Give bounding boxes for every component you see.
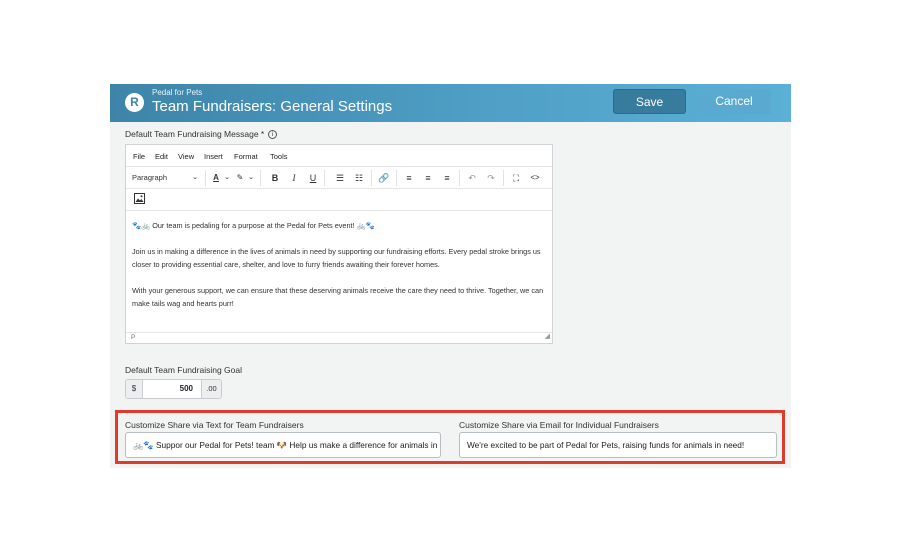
- info-icon[interactable]: i: [268, 130, 278, 140]
- align-right-icon[interactable]: ≡: [440, 171, 454, 185]
- share-email-input[interactable]: We're excited to be part of Pedal for Pe…: [459, 432, 777, 458]
- currency-prefix: $: [126, 380, 143, 398]
- fullscreen-icon[interactable]: ⛶: [509, 171, 523, 185]
- editor-content[interactable]: 🐾🚲 Our team is pedaling for a purpose at…: [132, 219, 552, 310]
- toolbar-divider: [459, 170, 460, 186]
- page-title: Team Fundraisers: General Settings: [152, 98, 393, 115]
- toolbar-divider: [324, 170, 325, 186]
- bold-button[interactable]: B: [269, 171, 281, 185]
- goal-amount-input[interactable]: 500: [144, 380, 200, 398]
- link-icon[interactable]: 🔗: [377, 171, 391, 185]
- editor-menubar: File Edit View Insert Format Tools: [126, 145, 552, 167]
- share-text-input[interactable]: 🚲🐾 Suppor our Pedal for Pets! team 🐶 Hel…: [125, 432, 441, 458]
- menu-insert[interactable]: Insert: [204, 152, 223, 161]
- undo-icon[interactable]: ↶: [465, 171, 479, 185]
- share-email-label: Customize Share via Email for Individual…: [459, 420, 659, 430]
- cancel-button[interactable]: Cancel: [697, 89, 771, 114]
- editor-toolbar: Paragraph ⌄ A ⌄ ✎ ⌄ B I U ☰ ☷ 🔗 ≡ ≡ ≡ ↶ …: [126, 167, 552, 189]
- text-color-icon[interactable]: A: [210, 171, 222, 185]
- italic-button[interactable]: I: [288, 171, 300, 185]
- message-label: Default Team Fundraising Message * i: [125, 129, 278, 140]
- message-label-text: Default Team Fundraising Message *: [125, 129, 265, 139]
- menu-view[interactable]: View: [178, 152, 194, 161]
- redo-icon[interactable]: ↷: [484, 171, 498, 185]
- goal-label: Default Team Fundraising Goal: [125, 365, 243, 375]
- chevron-down-icon[interactable]: ⌄: [190, 171, 200, 185]
- org-logo: R: [125, 93, 144, 112]
- menu-edit[interactable]: Edit: [155, 152, 168, 161]
- message-editor[interactable]: File Edit View Insert Format Tools Parag…: [125, 144, 553, 344]
- editor-statusbar: P ◢: [126, 332, 552, 343]
- toolbar-divider: [371, 170, 372, 186]
- paragraph-select[interactable]: Paragraph: [132, 171, 192, 185]
- toolbar-divider: [396, 170, 397, 186]
- chevron-down-icon[interactable]: ⌄: [222, 171, 232, 185]
- cents-suffix: .00: [201, 380, 221, 398]
- underline-button[interactable]: U: [307, 171, 319, 185]
- share-text-label: Customize Share via Text for Team Fundra…: [125, 420, 304, 430]
- paragraph-select-value: Paragraph: [132, 173, 168, 182]
- menu-file[interactable]: File: [133, 152, 145, 161]
- toolbar-divider: [503, 170, 504, 186]
- editor-toolbar-row2: [126, 189, 552, 211]
- toolbar-divider: [260, 170, 261, 186]
- save-button[interactable]: Save: [613, 89, 686, 114]
- chevron-down-icon[interactable]: ⌄: [246, 171, 256, 185]
- message-paragraph: With your generous support, we can ensur…: [132, 286, 544, 308]
- element-path: P: [131, 334, 136, 341]
- message-paragraph: Join us in making a difference in the li…: [132, 247, 541, 269]
- page-header: R Pedal for Pets Team Fundraisers: Gener…: [110, 84, 791, 122]
- align-center-icon[interactable]: ≡: [421, 171, 435, 185]
- settings-panel: R Pedal for Pets Team Fundraisers: Gener…: [110, 84, 791, 468]
- menu-tools[interactable]: Tools: [270, 152, 288, 161]
- image-icon[interactable]: [132, 193, 146, 207]
- numbered-list-icon[interactable]: ☷: [352, 171, 366, 185]
- align-left-icon[interactable]: ≡: [402, 171, 416, 185]
- bullet-list-icon[interactable]: ☰: [333, 171, 347, 185]
- org-name: Pedal for Pets: [152, 88, 203, 97]
- highlight-color-icon[interactable]: ✎: [234, 171, 246, 185]
- toolbar-divider: [205, 170, 206, 186]
- resize-handle-icon[interactable]: ◢: [545, 332, 550, 342]
- message-paragraph: 🐾🚲 Our team is pedaling for a purpose at…: [132, 221, 375, 230]
- menu-format[interactable]: Format: [234, 152, 258, 161]
- goal-input-group: $ 500 .00: [125, 379, 222, 399]
- source-code-icon[interactable]: <>: [527, 171, 543, 185]
